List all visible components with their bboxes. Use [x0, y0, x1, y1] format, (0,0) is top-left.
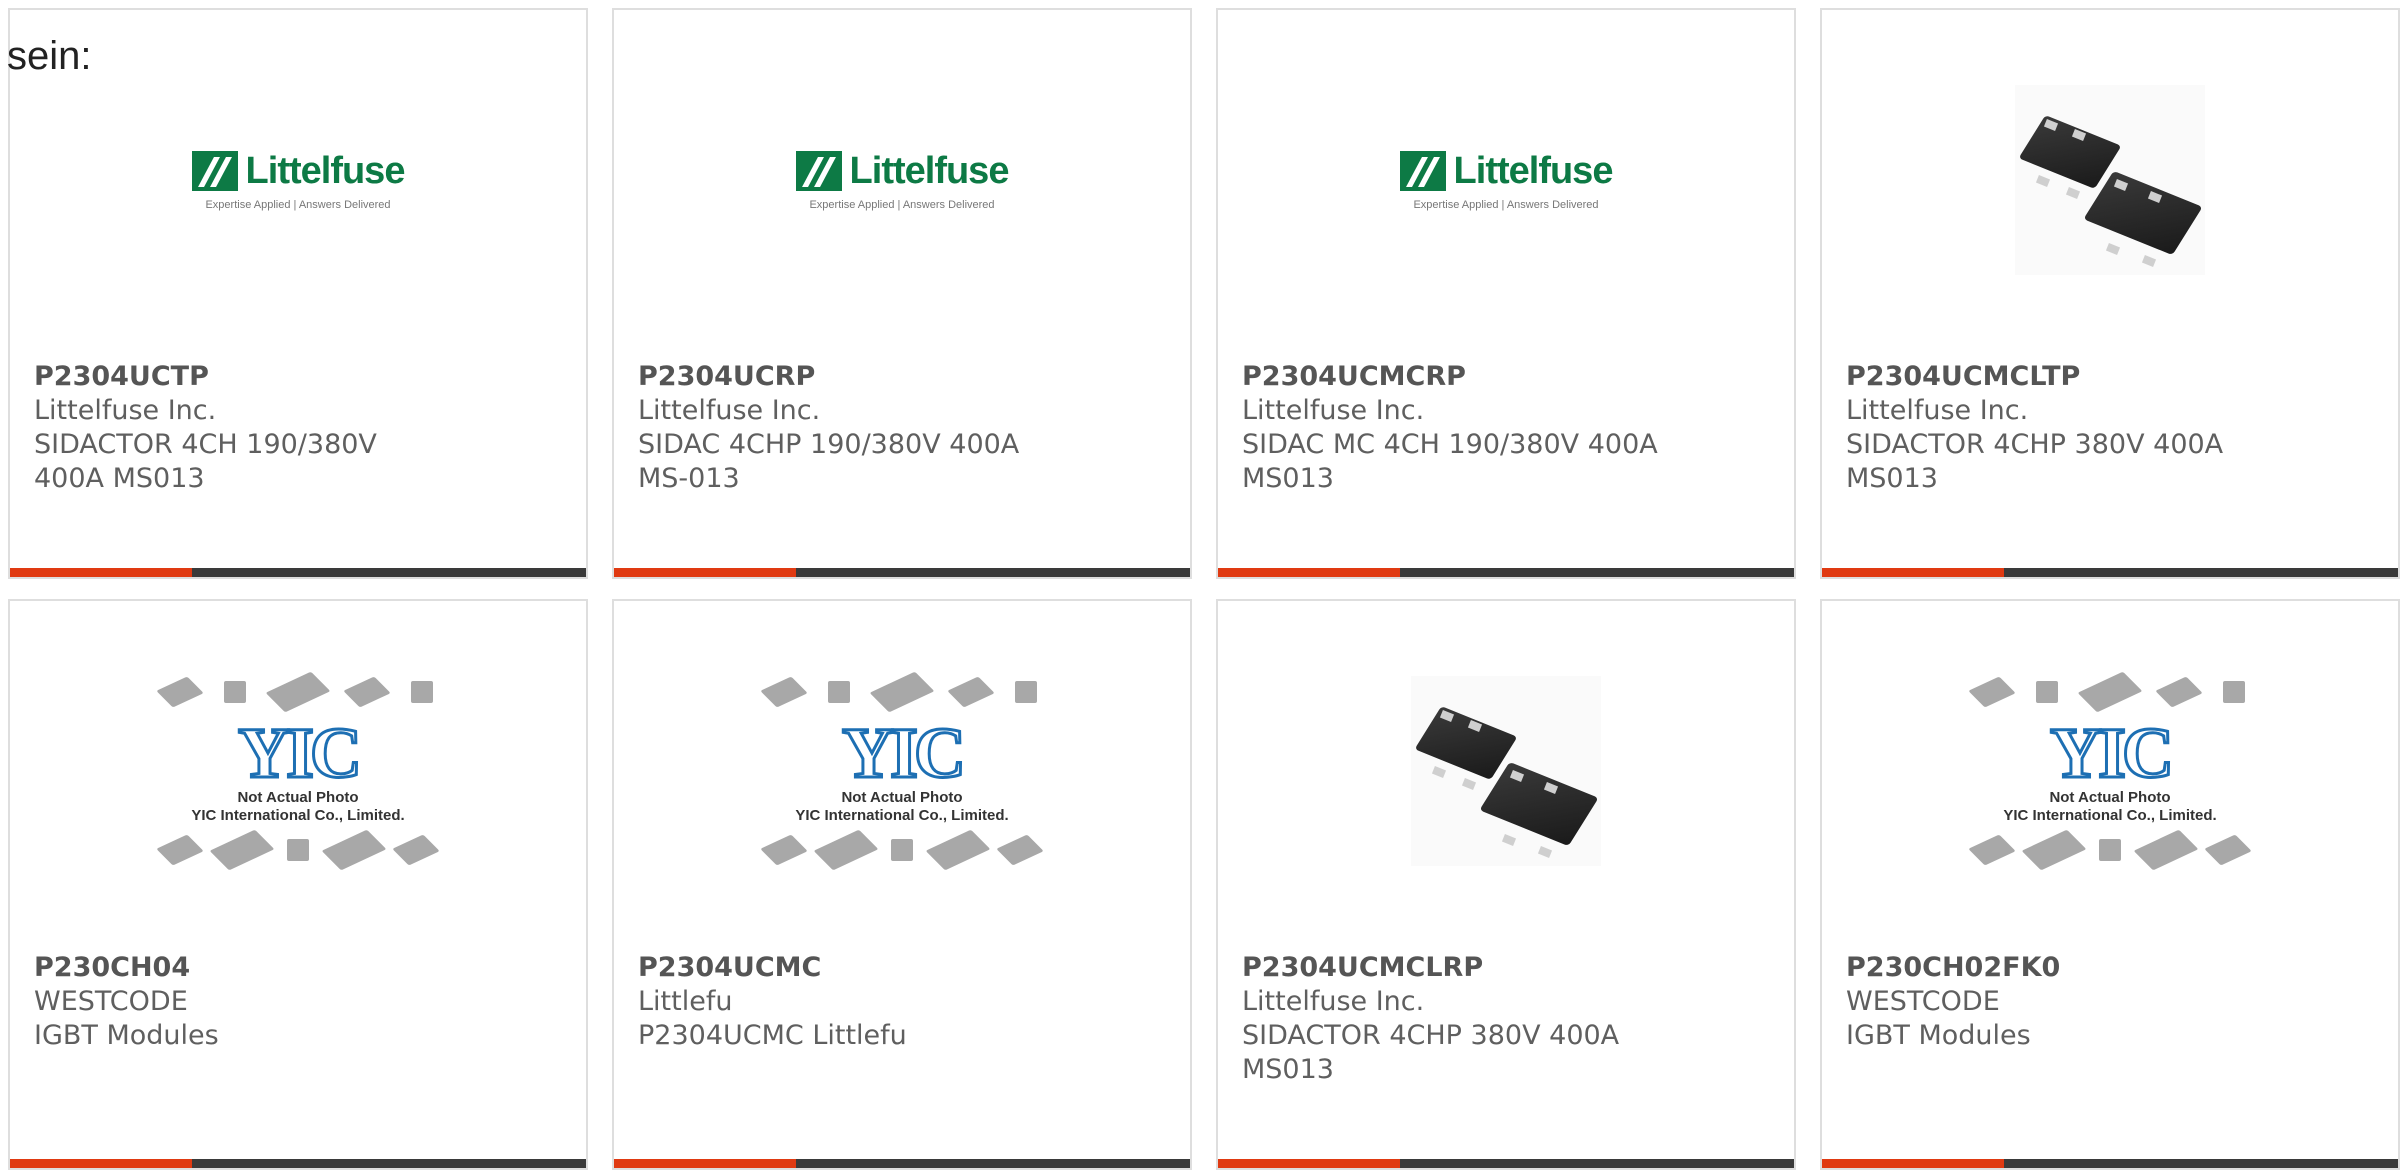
littelfuse-mark-icon — [191, 151, 238, 191]
product-card[interactable]: YIC Not Actual Photo YIC International C… — [8, 599, 588, 1170]
description: IGBT Modules — [1846, 1020, 2031, 1051]
chip-icons-bottom — [1968, 825, 2252, 875]
yic-logo-text: YIC — [236, 713, 363, 793]
product-image[interactable]: YIC Not Actual Photo YIC International C… — [614, 641, 1190, 901]
card-bottom-bar — [1218, 568, 1794, 577]
product-card[interactable]: Littelfuse Expertise Applied | Answers D… — [612, 8, 1192, 579]
product-image[interactable]: Littelfuse Expertise Applied | Answers D… — [614, 50, 1190, 310]
part-number-link[interactable]: P2304UCMC — [638, 951, 1166, 985]
yic-company-note: YIC International Co., Limited. — [191, 807, 405, 824]
chip-icons-top — [1968, 667, 2245, 717]
smd-package-icon — [1411, 676, 1601, 866]
description: SIDACTOR 4CHP 380V 400A MS013 — [1846, 429, 2224, 494]
littelfuse-logo: Littelfuse Expertise Applied | Answers D… — [1399, 149, 1614, 211]
product-image[interactable]: Littelfuse Expertise Applied | Answers D… — [1218, 50, 1794, 310]
part-number-link[interactable]: P2304UCMCLTP — [1846, 360, 2374, 394]
littelfuse-logo-text: Littelfuse — [245, 149, 406, 192]
card-bottom-bar — [614, 568, 1190, 577]
product-info: P2304UCRP Littelfuse Inc. SIDAC 4CHP 190… — [638, 360, 1166, 496]
littelfuse-tagline: Expertise Applied | Answers Delivered — [205, 198, 391, 211]
part-number-link[interactable]: P2304UCRP — [638, 360, 1166, 394]
smd-package-icon — [2015, 85, 2205, 275]
chip-icons-bottom — [760, 825, 1044, 875]
card-bottom-bar — [1822, 568, 2398, 577]
product-info: P2304UCMCLRP Littelfuse Inc. SIDACTOR 4C… — [1242, 951, 1770, 1087]
manufacturer: Littelfuse Inc. — [638, 395, 821, 426]
littelfuse-mark-icon — [795, 151, 842, 191]
product-image[interactable] — [1822, 50, 2398, 310]
description: SIDACTOR 4CH 190/380V 400A MS013 — [34, 429, 377, 494]
description: SIDAC 4CHP 190/380V 400A MS-013 — [638, 429, 1020, 494]
yic-logo-text: YIC — [840, 713, 967, 793]
product-image[interactable]: YIC Not Actual Photo YIC International C… — [1822, 641, 2398, 901]
product-image[interactable]: YIC Not Actual Photo YIC International C… — [10, 641, 586, 901]
product-image[interactable] — [1218, 641, 1794, 901]
yic-logo-text: YIC — [2048, 713, 2175, 793]
card-bottom-bar — [614, 1159, 1190, 1168]
part-number-link[interactable]: P230CH04 — [34, 951, 562, 985]
description: SIDACTOR 4CHP 380V 400A MS013 — [1242, 1020, 1620, 1085]
card-bottom-bar — [10, 1159, 586, 1168]
product-card[interactable]: YIC Not Actual Photo YIC International C… — [1820, 599, 2400, 1170]
product-card[interactable]: Littelfuse Expertise Applied | Answers D… — [1216, 8, 1796, 579]
product-card[interactable]: P2304UCMCLRP Littelfuse Inc. SIDACTOR 4C… — [1216, 599, 1796, 1170]
manufacturer: Littelfuse Inc. — [1846, 395, 2029, 426]
product-info: P2304UCTP Littelfuse Inc. SIDACTOR 4CH 1… — [34, 360, 562, 496]
yic-company-note: YIC International Co., Limited. — [795, 807, 1009, 824]
chip-icons-top — [156, 667, 433, 717]
intro-text: sein: — [7, 34, 92, 78]
product-info: P230CH02FK0 WESTCODE IGBT Modules — [1846, 951, 2374, 1053]
description: SIDAC MC 4CH 190/380V 400A MS013 — [1242, 429, 1658, 494]
manufacturer: Littlefu — [638, 986, 733, 1017]
littelfuse-logo-text: Littelfuse — [1453, 149, 1614, 192]
littelfuse-tagline: Expertise Applied | Answers Delivered — [809, 198, 995, 211]
product-card[interactable]: Littelfuse Expertise Applied | Answers D… — [8, 8, 588, 579]
card-bottom-bar — [1218, 1159, 1794, 1168]
littelfuse-logo: Littelfuse Expertise Applied | Answers D… — [795, 149, 1010, 211]
part-number-link[interactable]: P2304UCMCRP — [1242, 360, 1770, 394]
manufacturer: Littelfuse Inc. — [1242, 986, 1425, 1017]
littelfuse-logo-text: Littelfuse — [849, 149, 1010, 192]
manufacturer: WESTCODE — [34, 986, 188, 1017]
product-info: P2304UCMCLTP Littelfuse Inc. SIDACTOR 4C… — [1846, 360, 2374, 496]
description: IGBT Modules — [34, 1020, 219, 1051]
not-actual-photo-note: Not Actual Photo — [237, 789, 359, 806]
manufacturer: WESTCODE — [1846, 986, 2000, 1017]
part-number-link[interactable]: P230CH02FK0 — [1846, 951, 2374, 985]
littelfuse-logo: Littelfuse Expertise Applied | Answers D… — [191, 149, 406, 211]
littelfuse-tagline: Expertise Applied | Answers Delivered — [1413, 198, 1599, 211]
littelfuse-mark-icon — [1399, 151, 1446, 191]
not-actual-photo-note: Not Actual Photo — [841, 789, 963, 806]
product-card[interactable]: YIC Not Actual Photo YIC International C… — [612, 599, 1192, 1170]
product-info: P230CH04 WESTCODE IGBT Modules — [34, 951, 562, 1053]
not-actual-photo-note: Not Actual Photo — [2049, 789, 2171, 806]
part-number-link[interactable]: P2304UCMCLRP — [1242, 951, 1770, 985]
part-number-link[interactable]: P2304UCTP — [34, 360, 562, 394]
manufacturer: Littelfuse Inc. — [1242, 395, 1425, 426]
manufacturer: Littelfuse Inc. — [34, 395, 217, 426]
yic-placeholder-image: YIC Not Actual Photo YIC International C… — [1968, 667, 2252, 875]
yic-company-note: YIC International Co., Limited. — [2003, 807, 2217, 824]
product-info: P2304UCMC Littlefu P2304UCMC Littlefu — [638, 951, 1166, 1053]
yic-placeholder-image: YIC Not Actual Photo YIC International C… — [156, 667, 440, 875]
chip-icons-top — [760, 667, 1037, 717]
card-bottom-bar — [10, 568, 586, 577]
chip-icons-bottom — [156, 825, 440, 875]
description: P2304UCMC Littlefu — [638, 1020, 907, 1051]
card-bottom-bar — [1822, 1159, 2398, 1168]
product-card[interactable]: P2304UCMCLTP Littelfuse Inc. SIDACTOR 4C… — [1820, 8, 2400, 579]
yic-placeholder-image: YIC Not Actual Photo YIC International C… — [760, 667, 1044, 875]
product-image[interactable]: Littelfuse Expertise Applied | Answers D… — [10, 50, 586, 310]
product-info: P2304UCMCRP Littelfuse Inc. SIDAC MC 4CH… — [1242, 360, 1770, 496]
